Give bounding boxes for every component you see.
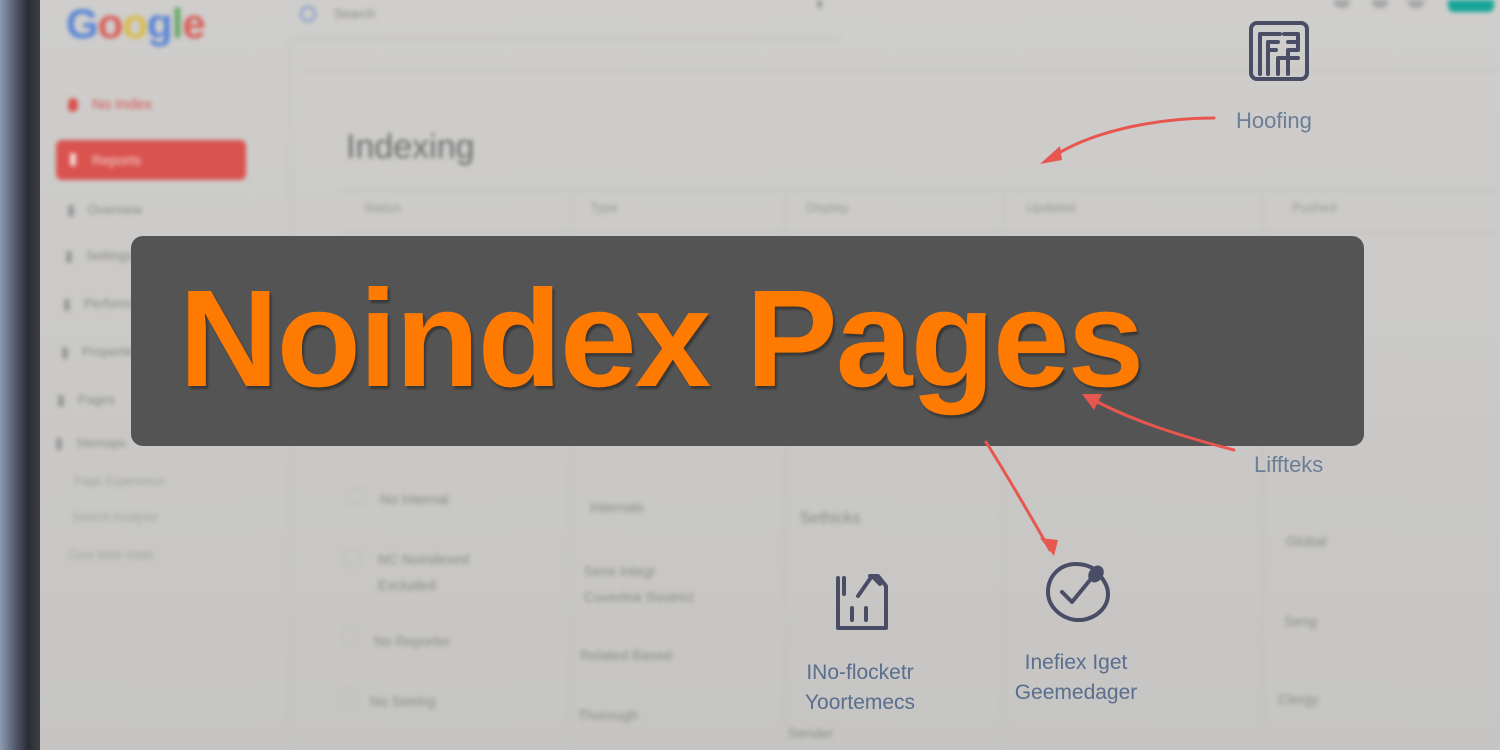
table-cell: NC Noindexed Excluded <box>378 551 470 593</box>
row-checkbox[interactable] <box>348 488 364 504</box>
row-checkbox[interactable] <box>344 550 360 566</box>
sidebar-subitem[interactable]: Search Analysis <box>72 510 157 524</box>
column-header[interactable]: Updated <box>1026 200 1075 215</box>
sidebar-subitem[interactable]: Core Web Vitals <box>68 548 154 562</box>
table-cell: No Reporter <box>374 633 451 649</box>
table-cell: Related Based <box>580 647 672 663</box>
check-circle-icon <box>1042 556 1114 633</box>
row-checkbox[interactable] <box>342 628 358 644</box>
table-cell: Global <box>1286 533 1327 549</box>
table-cell: Thorough <box>578 707 638 723</box>
column-header[interactable]: Status <box>364 200 401 215</box>
sidebar-icon <box>58 394 64 407</box>
search-bar[interactable]: Search <box>290 0 840 39</box>
column-header[interactable]: Pushed <box>1292 200 1336 215</box>
search-icon <box>300 6 316 22</box>
sidebar-item[interactable]: Pages <box>58 392 115 407</box>
table-cell: Clergy <box>1278 691 1319 707</box>
sidebar-item[interactable]: Overview <box>68 202 142 217</box>
title-banner: Noindex Pages <box>131 236 1364 446</box>
apps-icon[interactable] <box>1334 0 1350 8</box>
reports-icon <box>70 153 76 166</box>
column-header[interactable]: Display <box>806 200 849 215</box>
table-cell: Seng <box>1284 613 1317 629</box>
layout-grid-icon <box>1248 20 1312 87</box>
banner-title: Noindex Pages <box>179 262 1144 416</box>
sidebar-item[interactable]: Sitemaps <box>56 436 126 450</box>
sidebar-icon <box>62 346 68 359</box>
table-cell: Sens Integr Coverlink Restrict <box>584 563 694 605</box>
table-cell: Sethicks <box>800 510 861 527</box>
sidebar-icon <box>64 298 70 311</box>
sidebar-icon <box>56 437 62 450</box>
notifications-icon[interactable] <box>1372 0 1388 8</box>
sidebar-item-noindex[interactable]: No Index <box>68 96 152 113</box>
page-title: Indexing <box>346 128 475 166</box>
table-cell: No Seeing <box>370 693 436 709</box>
divider <box>340 190 1500 191</box>
annotation-label-noflocketr: INo-flocketr Yoortemecs <box>804 661 916 714</box>
table-cell: Sender <box>788 725 834 741</box>
monitor-bezel <box>0 0 40 750</box>
divider <box>300 70 1500 71</box>
annotation-label-liffteks: Liffteks <box>1254 452 1324 477</box>
table-cell: Internals <box>590 499 644 515</box>
sidebar-item-reports-active[interactable]: Reports <box>56 140 246 180</box>
account-icon[interactable] <box>1408 0 1424 8</box>
sidebar-icon <box>66 250 72 263</box>
annotation-label-hoofing: Hoofing <box>1236 108 1312 133</box>
annotation-label-inefiex: Inefiex Iget Geemedager <box>1014 651 1138 704</box>
column-header[interactable]: Type <box>590 200 618 215</box>
row-checkbox[interactable] <box>340 690 356 706</box>
sidebar-subitem[interactable]: Page Experience <box>74 474 165 488</box>
table-cell: No Internal <box>380 491 449 507</box>
sidebar-item[interactable]: Settings <box>66 248 133 263</box>
noindex-icon <box>68 98 78 113</box>
sidebar-icon <box>68 204 74 217</box>
divider <box>340 232 1500 233</box>
search-placeholder: Search <box>334 6 376 21</box>
action-button[interactable] <box>1448 0 1494 12</box>
microphone-icon[interactable] <box>817 0 822 8</box>
sidebar-item[interactable]: Properties <box>62 344 141 359</box>
document-chart-icon <box>832 568 894 639</box>
google-logo: Google <box>66 0 206 47</box>
